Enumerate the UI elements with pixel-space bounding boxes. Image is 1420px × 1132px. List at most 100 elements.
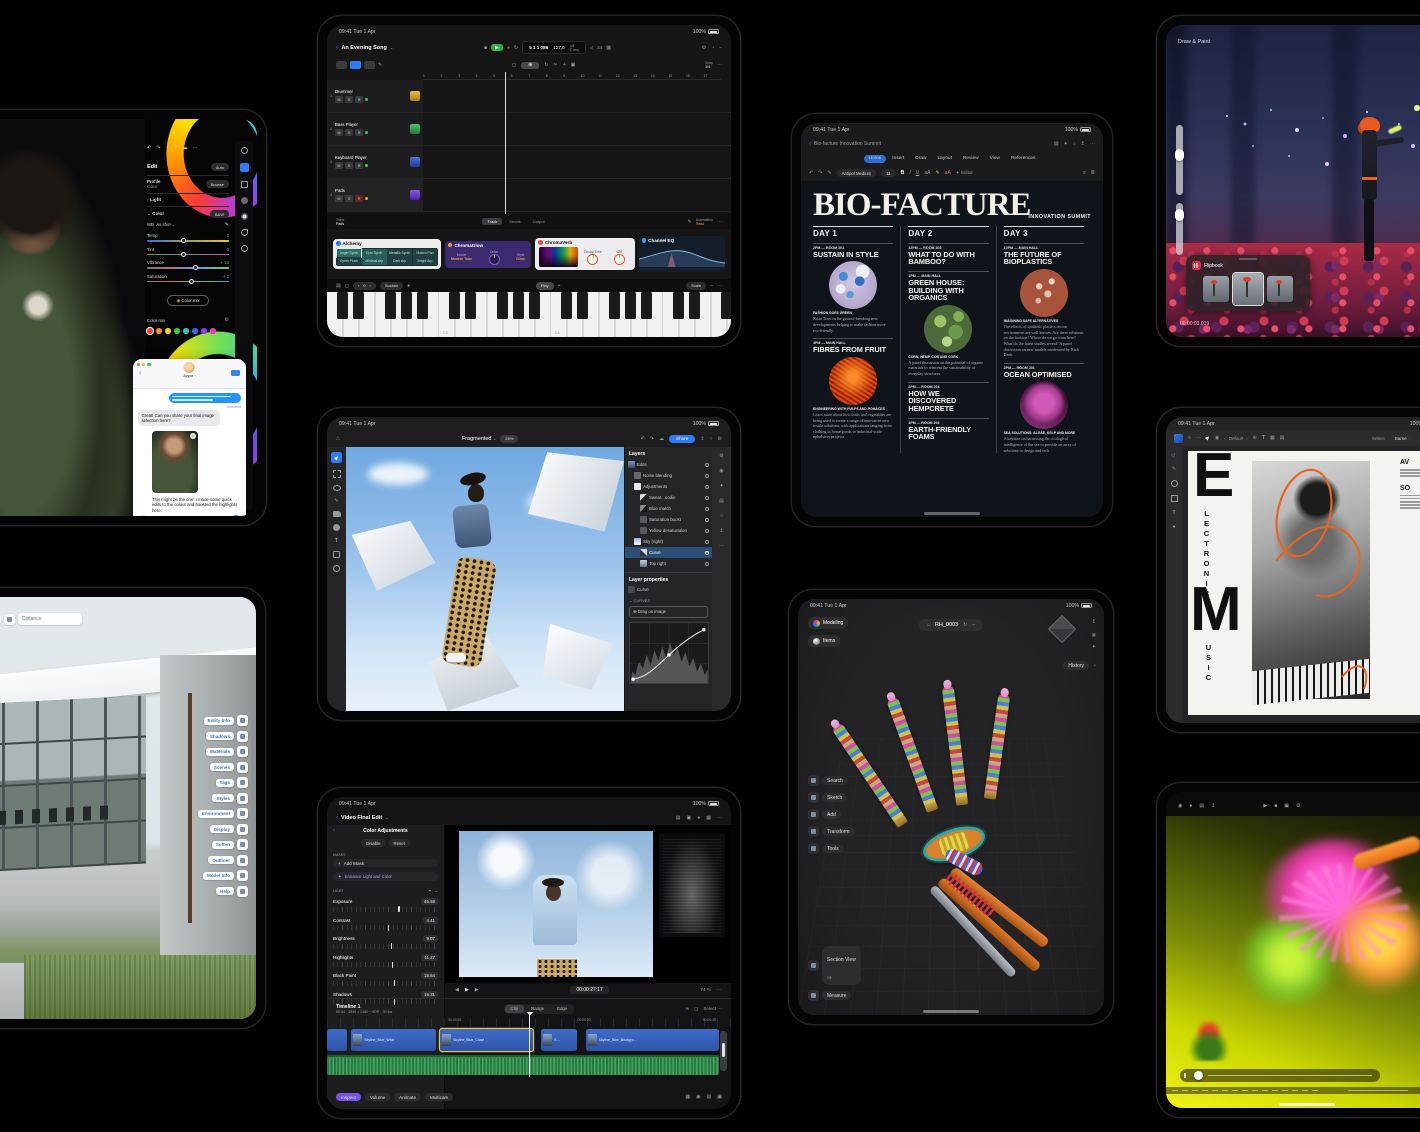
redo-icon[interactable]: ↷ <box>156 145 160 151</box>
properties-icon[interactable]: ⚙ <box>719 453 723 459</box>
alchemy-preset[interactable]: Synth Pluck <box>337 257 362 265</box>
crop-tool-icon[interactable] <box>241 181 248 188</box>
more-icon[interactable]: ⋯ <box>717 283 722 289</box>
panel-help[interactable]: Help <box>216 887 234 895</box>
keyboard-mode-icon[interactable]: ▤ <box>336 283 341 289</box>
minimize-window-dot[interactable] <box>142 363 145 366</box>
home-indicator[interactable] <box>1279 1103 1335 1106</box>
layer-row[interactable]: Noise blending <box>625 470 712 481</box>
node-tool-icon[interactable]: ▷ <box>1171 452 1178 459</box>
solo-button[interactable]: S <box>345 96 353 103</box>
lock-icon[interactable]: ● <box>407 283 410 289</box>
cloud-icon[interactable]: ☁ <box>659 436 664 442</box>
view-tracks-button[interactable] <box>336 61 347 69</box>
color-dot-magenta[interactable] <box>210 328 216 334</box>
tab-view[interactable]: View <box>985 155 1005 163</box>
trash-icon[interactable]: ▦ <box>685 1094 690 1100</box>
layer-visibility-icon[interactable] <box>705 485 709 489</box>
eyedropper-icon[interactable]: ✎ <box>225 222 229 228</box>
project-title[interactable]: An Evening Song <box>341 45 387 51</box>
stop-button[interactable]: ■ <box>484 45 487 51</box>
cloud-icon[interactable]: ☁ <box>183 145 188 151</box>
more-icon[interactable]: ⋯ <box>717 62 722 68</box>
solo-button[interactable]: S <box>345 195 353 202</box>
sustain-button[interactable]: Sustain <box>380 282 403 290</box>
mode-edge[interactable]: Edge <box>551 1005 573 1013</box>
move-tool-icon[interactable]: ▶ <box>331 452 342 463</box>
flipbook-frame[interactable] <box>1203 276 1229 302</box>
scenes-icon[interactable] <box>237 762 248 773</box>
brightness-slider[interactable]: Brightness9.07 <box>333 935 438 949</box>
camera-icon[interactable]: ▣ <box>1284 803 1289 809</box>
environment-icon[interactable] <box>237 808 248 819</box>
layer-row[interactable]: Adjustments <box>625 481 712 492</box>
alchemy-preset[interactable]: Epic Synth <box>362 249 387 257</box>
flipbook-frame[interactable] <box>1267 276 1293 302</box>
layer-row[interactable]: Edits <box>625 459 712 470</box>
distance-input[interactable] <box>18 613 82 625</box>
settings-icon[interactable]: ⚙ <box>718 436 722 442</box>
measure-button[interactable]: Measure <box>822 991 851 1000</box>
knob[interactable] <box>587 254 598 265</box>
connect-icon[interactable]: ∞ <box>686 1006 690 1012</box>
export-icon[interactable]: ↥ <box>719 528 723 534</box>
alchemy-preset[interactable]: Minimal Arp <box>362 257 387 265</box>
layer-row[interactable]: Blue match <box>625 503 712 514</box>
help-icon[interactable] <box>237 886 248 897</box>
app-icon[interactable] <box>1174 434 1183 443</box>
marquee-tool-icon[interactable] <box>333 470 341 478</box>
tools-icon[interactable] <box>808 843 819 854</box>
preset-switcher[interactable]: ‹Default› <box>1224 436 1248 441</box>
share-icon[interactable]: ↥ <box>1081 141 1085 147</box>
outliner-icon[interactable] <box>237 855 248 866</box>
alchemy-preset[interactable]: Motion Pad <box>413 249 438 257</box>
layer-row[interactable]: Sky (right) <box>625 536 712 547</box>
saturation-slider[interactable]: Saturation+ 2 <box>147 274 229 283</box>
snap-view-icon[interactable]: ✦ <box>1092 644 1096 650</box>
octave-stepper[interactable]: ‹0› <box>353 282 376 290</box>
chromaglow-style[interactable]: StyleClean <box>516 253 525 261</box>
alchemy-preset[interactable]: Angel Synth <box>337 249 362 257</box>
minimize-icon[interactable]: – <box>719 45 722 51</box>
home-indicator[interactable] <box>923 1010 979 1013</box>
view-editor-button[interactable] <box>364 61 375 69</box>
file-name[interactable]: RH_0003 <box>935 622 958 628</box>
track-row[interactable]: 2 Bass Player M S R Bass Player - Indie … <box>327 113 731 146</box>
tab-output[interactable]: Output <box>528 218 550 225</box>
magic-icon[interactable]: ✦ <box>428 888 431 893</box>
transform-icon[interactable] <box>808 826 819 837</box>
shadows-icon[interactable] <box>237 731 248 742</box>
color-dot-red[interactable] <box>147 328 153 334</box>
share-button[interactable]: Share <box>669 435 695 443</box>
render-canvas[interactable] <box>1166 816 1420 1108</box>
reset-button[interactable]: Reset <box>389 839 410 847</box>
select-tool-icon[interactable]: ▶ <box>1204 435 1211 442</box>
more-icon[interactable]: ⋯ <box>1090 141 1095 147</box>
layer-visibility-icon[interactable] <box>705 507 709 511</box>
tool-sketch[interactable]: Sketch <box>822 793 847 802</box>
more-icon[interactable]: ⋯ <box>717 815 722 821</box>
plugin-chromaverb[interactable]: ChromaVerb Decay Time Wet <box>535 238 634 270</box>
brush-tool-icon[interactable]: ✎ <box>334 498 338 504</box>
timeline-playhead[interactable] <box>529 1015 530 1077</box>
editor-button[interactable]: ✦ Editor <box>956 170 973 176</box>
settings-icon[interactable]: ⚙ <box>702 45 706 51</box>
enhance-button[interactable]: ✦Enhance Light and Color <box>333 872 438 881</box>
playback-slider[interactable] <box>1180 1069 1380 1082</box>
adjustments-icon[interactable]: ◉ <box>719 468 723 474</box>
share-icon[interactable]: ↥ <box>1211 803 1215 809</box>
menu-icon[interactable]: ≡ <box>1188 435 1191 441</box>
knob[interactable] <box>489 254 500 265</box>
fill-tool-icon[interactable]: ● <box>1172 524 1175 530</box>
font-color-button[interactable]: aA <box>945 170 951 176</box>
color-dot-orange[interactable] <box>156 328 162 334</box>
presets-tool-icon[interactable] <box>241 147 248 154</box>
timeline-clip[interactable]: Skyline_Blue_Backgro… <box>586 1029 719 1051</box>
home-icon[interactable]: ⌂ <box>927 622 930 628</box>
lcd-display[interactable]: 5 1 1 086 127,0 4/4C maj <box>522 41 586 54</box>
play-surface-button[interactable]: Play <box>536 282 554 290</box>
render-target-icon[interactable]: ◉ <box>1178 803 1182 809</box>
shape-tool-icon[interactable] <box>333 551 340 558</box>
shape-tool-icon[interactable] <box>1171 480 1178 487</box>
lasso-tool-icon[interactable] <box>333 485 341 491</box>
